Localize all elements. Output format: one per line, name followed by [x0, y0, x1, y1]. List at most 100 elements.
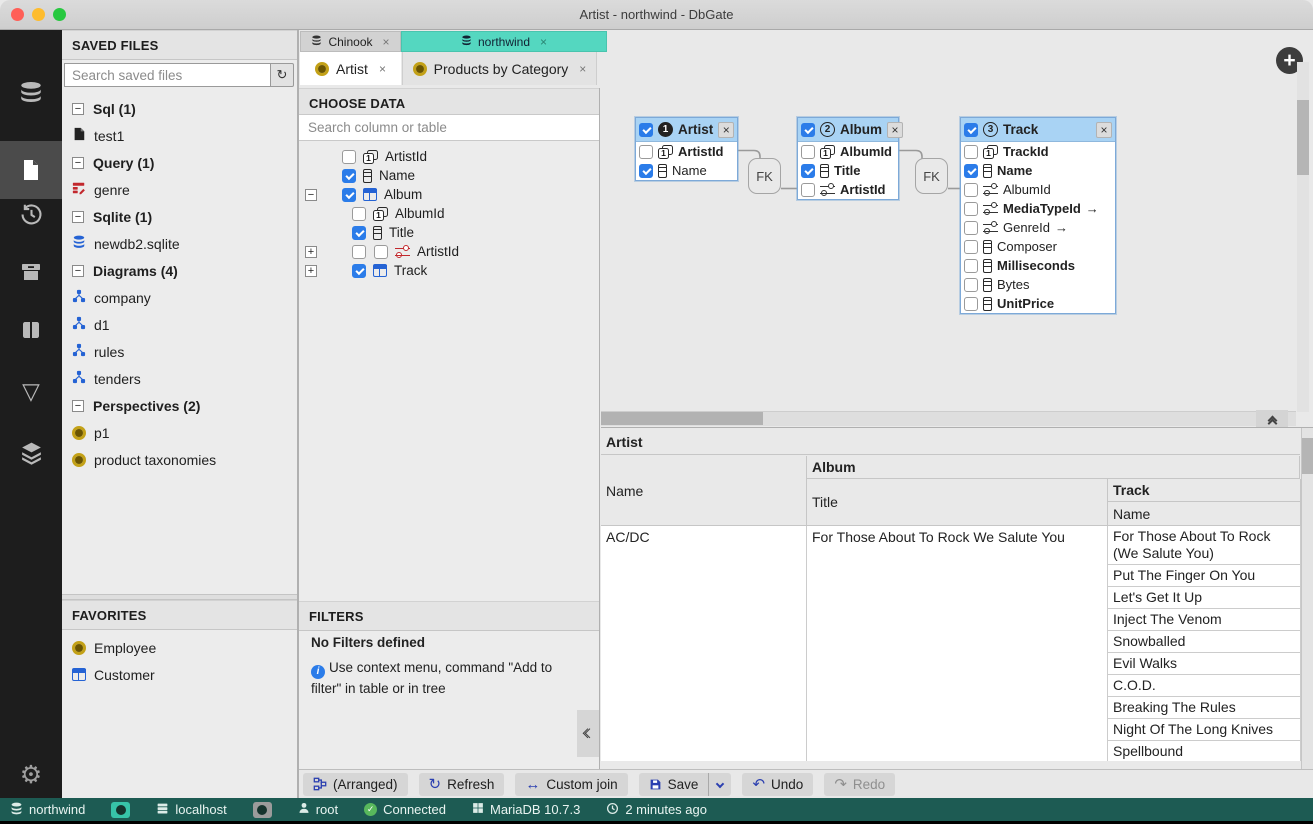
collapse-icon[interactable]: − [72, 211, 84, 223]
database-color-badge-teal[interactable] [111, 802, 130, 818]
arranged-button[interactable]: (Arranged) [303, 773, 408, 796]
checkbox[interactable] [964, 297, 978, 311]
checkbox[interactable] [801, 183, 815, 197]
checkbox[interactable] [374, 245, 388, 259]
saved-file-item[interactable]: rules [62, 338, 297, 365]
checkbox[interactable] [964, 240, 978, 254]
checkbox[interactable] [639, 145, 653, 159]
refresh-button[interactable]: ↻ Refresh [419, 773, 505, 796]
expand-icon[interactable]: + [305, 265, 317, 277]
chevron-up-icon[interactable] [1269, 419, 1276, 425]
history-icon[interactable] [0, 185, 62, 243]
saved-file-item[interactable]: company [62, 284, 297, 311]
server-color-badge-gray[interactable] [253, 802, 272, 818]
choose-data-row-album[interactable]: − Album [299, 185, 599, 204]
checkbox[interactable] [964, 145, 978, 159]
redo-button[interactable]: ↷ Redo [824, 773, 895, 796]
scrollbar-thumb[interactable] [1297, 100, 1309, 175]
save-button[interactable]: Save [639, 773, 709, 796]
close-icon[interactable]: × [579, 62, 586, 76]
canvas-horizontal-scrollbar[interactable] [601, 411, 1296, 426]
expand-reference-arrow-icon[interactable]: → [1055, 220, 1068, 235]
tab-group-northwind[interactable]: northwind × [401, 31, 607, 52]
cell-track-name[interactable]: Breaking The Rules [1108, 697, 1300, 719]
cell-track-name[interactable]: Let's Get It Up [1108, 587, 1300, 609]
checkbox[interactable] [964, 164, 978, 178]
checkbox[interactable] [964, 183, 978, 197]
close-icon[interactable]: × [1096, 122, 1112, 138]
checkbox[interactable] [352, 264, 366, 278]
column-header-track[interactable]: Track [1108, 479, 1301, 502]
close-icon[interactable]: × [540, 35, 547, 49]
checkbox[interactable] [342, 188, 356, 202]
archive-icon[interactable] [0, 243, 62, 301]
collapse-icon[interactable]: − [305, 189, 317, 201]
node-column-row[interactable]: Composer [961, 237, 1115, 256]
collapse-icon[interactable]: − [72, 157, 84, 169]
choose-data-row-artistid-fk[interactable]: + ArtistId [299, 242, 599, 261]
refresh-icon[interactable]: ↻ [271, 63, 294, 87]
saved-files-group-diagrams[interactable]: − Diagrams (4) [62, 257, 297, 284]
checkbox[interactable] [964, 202, 978, 216]
node-column-row[interactable]: 1 ArtistId [636, 142, 737, 161]
cell-track-name[interactable]: Evil Walks [1108, 653, 1300, 675]
node-column-row[interactable]: 1 TrackId [961, 142, 1115, 161]
save-dropdown-button[interactable] [709, 773, 731, 796]
checkbox[interactable] [342, 169, 356, 183]
node-column-row[interactable]: 1 AlbumId [798, 142, 898, 161]
node-column-row[interactable]: MediaTypeId → [961, 199, 1115, 218]
column-header-artist-name[interactable]: Name [601, 456, 807, 526]
cell-track-name[interactable]: Snowballed [1108, 631, 1300, 653]
checkbox[interactable] [639, 123, 653, 137]
expand-icon[interactable]: + [305, 246, 317, 258]
close-icon[interactable]: × [383, 35, 390, 49]
checkbox[interactable] [352, 245, 366, 259]
perspective-designer-canvas[interactable]: FK FK 1 Artist × 1 ArtistId Name [601, 30, 1313, 427]
close-icon[interactable]: × [718, 122, 734, 138]
cell-album-title[interactable]: For Those About To Rock We Salute You [807, 526, 1108, 761]
choose-data-row-track[interactable]: + Track [299, 261, 599, 280]
checkbox[interactable] [801, 123, 815, 137]
tab-artist[interactable]: Artist × [300, 52, 401, 85]
checkbox[interactable] [964, 278, 978, 292]
collapse-icon[interactable]: − [72, 103, 84, 115]
cell-artist-name[interactable]: AC/DC [601, 526, 807, 761]
canvas-vertical-scrollbar[interactable] [1297, 62, 1309, 412]
saved-file-item[interactable]: product taxonomies [62, 446, 297, 473]
expand-reference-arrow-icon[interactable]: → [1086, 201, 1099, 216]
collapse-icon[interactable]: − [72, 265, 84, 277]
node-column-row[interactable]: GenreId → [961, 218, 1115, 237]
node-header[interactable]: 1 Artist × [636, 118, 737, 142]
close-icon[interactable]: × [379, 62, 386, 76]
saved-file-item[interactable]: genre [62, 176, 297, 203]
choose-data-row-name[interactable]: Name [299, 166, 599, 185]
checkbox[interactable] [352, 207, 366, 221]
statusbar-server[interactable]: localhost [156, 802, 226, 818]
column-header-album-title[interactable]: Title [807, 479, 1108, 526]
saved-file-item[interactable]: test1 [62, 122, 297, 149]
statusbar-user[interactable]: root [298, 802, 338, 817]
checkbox[interactable] [964, 123, 978, 137]
checkbox[interactable] [801, 145, 815, 159]
checkbox[interactable] [352, 226, 366, 240]
node-column-row[interactable]: Bytes [961, 275, 1115, 294]
collapse-panel-button[interactable] [577, 710, 599, 757]
grid-vertical-scrollbar[interactable] [1301, 428, 1313, 770]
node-column-row[interactable]: Milliseconds [961, 256, 1115, 275]
cell-track-name[interactable]: Night Of The Long Knives [1108, 719, 1300, 741]
saved-files-search-input[interactable] [64, 63, 271, 87]
node-column-row[interactable]: Title [798, 161, 898, 180]
cell-track-name[interactable]: Put The Finger On You [1108, 565, 1300, 587]
choose-data-row-artistid[interactable]: 1 ArtistId [299, 147, 599, 166]
saved-files-group-sql[interactable]: − Sql (1) [62, 95, 297, 122]
cell-track-name[interactable]: Spellbound [1108, 741, 1300, 761]
scrollbar-thumb[interactable] [601, 412, 763, 425]
node-header[interactable]: 2 Album × [798, 118, 898, 142]
saved-file-item[interactable]: newdb2.sqlite [62, 230, 297, 257]
column-header-track-name[interactable]: Name [1108, 502, 1301, 526]
cell-track-name[interactable]: C.O.D. [1108, 675, 1300, 697]
favorite-item-customer[interactable]: Customer [62, 661, 297, 688]
choose-data-search-input[interactable] [299, 114, 599, 141]
tab-group-chinook[interactable]: Chinook × [300, 31, 401, 52]
choose-data-row-albumid[interactable]: 1 AlbumId [299, 204, 599, 223]
